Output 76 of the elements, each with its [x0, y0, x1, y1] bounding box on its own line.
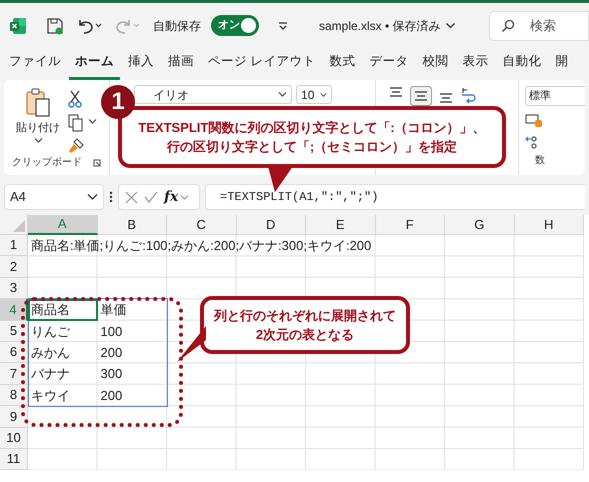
chevron-down-icon — [278, 91, 288, 98]
row-header[interactable]: 3 — [0, 278, 28, 300]
cell-text: 商品名:単価;りんご:100;みかん:200;バナナ:300;キウイ:200 — [31, 237, 372, 255]
name-box[interactable]: A4 — [4, 184, 104, 210]
number-format-field[interactable]: 標準 — [525, 86, 585, 106]
cell-text: 200 — [100, 344, 122, 362]
dialog-launcher-icon[interactable] — [93, 158, 102, 166]
customize-dropdown-icon[interactable] — [277, 20, 289, 32]
more-options-icon[interactable] — [109, 191, 113, 203]
chevron-down-icon — [320, 92, 328, 98]
row-header[interactable]: 8 — [0, 384, 28, 406]
row-header[interactable]: 10 — [0, 428, 28, 449]
cell-text: バナナ — [31, 365, 70, 384]
group-label: 数 — [535, 154, 546, 168]
row-header[interactable]: 5 — [0, 320, 28, 342]
column-header[interactable]: B — [98, 215, 167, 235]
ribbon-tab[interactable]: 描画 — [162, 52, 200, 80]
chevron-down-icon[interactable] — [34, 136, 42, 144]
autosave-toggle[interactable]: オン — [211, 15, 259, 36]
cell-text: 商品名 — [31, 301, 70, 320]
excel-logo-icon — [9, 16, 27, 34]
row-header[interactable]: 9 — [0, 406, 28, 428]
cancel-icon[interactable] — [125, 190, 138, 204]
row-header[interactable]: 1 — [0, 235, 28, 256]
cell-text: 300 — [100, 365, 122, 384]
group-label: クリップボード — [12, 156, 82, 170]
cell-text: みかん — [31, 344, 70, 362]
column-header[interactable]: C — [167, 215, 236, 235]
wrap-text-icon[interactable] — [460, 86, 476, 104]
paste-button[interactable]: 貼り付け — [16, 120, 60, 136]
file-name[interactable]: sample.xlsx • 保存済み — [319, 16, 441, 34]
format-painter-icon[interactable] — [68, 138, 84, 154]
callout-text: 列と行のそれぞれに展開されて — [214, 307, 396, 325]
autosave-label: 自動保存 — [153, 18, 201, 34]
chevron-down-icon[interactable] — [88, 118, 97, 125]
ribbon-tab[interactable]: 表示 — [456, 52, 494, 80]
cell-text: 100 — [100, 322, 122, 341]
ribbon-tab[interactable]: 校閲 — [416, 52, 454, 80]
callout-text: 2次元の表となる — [256, 326, 354, 344]
callout-text: 行の区切り文字として「;（セミコロン）」を指定 — [166, 138, 458, 156]
column-header[interactable]: E — [306, 215, 376, 235]
ribbon-tab[interactable]: ページ レイアウト — [202, 52, 322, 80]
align-middle-icon[interactable] — [410, 86, 432, 106]
ribbon-tab[interactable]: 数式 — [323, 52, 362, 80]
row-header[interactable]: 7 — [0, 363, 28, 385]
chevron-down-icon[interactable] — [444, 20, 456, 31]
enter-icon[interactable] — [144, 191, 158, 203]
search-field[interactable]: 検索 — [489, 10, 589, 40]
column-header[interactable]: F — [376, 215, 445, 235]
paste-icon[interactable] — [25, 88, 51, 118]
search-icon — [501, 18, 515, 32]
copy-icon[interactable] — [68, 114, 84, 132]
currency-format-icon[interactable] — [525, 114, 543, 128]
font-size-field[interactable]: 10 — [296, 85, 332, 104]
font-name-field[interactable]: イリオ — [134, 85, 292, 104]
cell-text: 200 — [100, 386, 122, 405]
formula-field[interactable]: =TEXTSPLIT(A1,":",";") — [205, 184, 585, 210]
callout-text: TEXTSPLIT関数に列の区切り文字として「:（コロン）」、 — [138, 119, 486, 137]
column-header[interactable]: D — [236, 215, 306, 235]
cell-text: りんご — [31, 322, 70, 341]
scissors-icon[interactable] — [68, 90, 82, 108]
ribbon-tab[interactable]: 自動化 — [496, 52, 548, 80]
column-header[interactable]: G — [445, 215, 514, 235]
ribbon-tab[interactable]: データ — [363, 52, 414, 80]
ribbon-tab[interactable]: 開 — [549, 52, 574, 80]
row-header[interactable]: 11 — [0, 448, 28, 470]
chevron-down-icon — [87, 193, 98, 201]
cell-text: キウイ — [31, 386, 70, 405]
insert-function-button[interactable]: fx — [164, 186, 178, 208]
save-icon[interactable] — [45, 16, 65, 36]
row-header[interactable]: 6 — [0, 342, 28, 364]
row-header[interactable]: 2 — [0, 256, 28, 278]
column-header[interactable]: H — [514, 215, 584, 235]
ribbon-tab[interactable]: ファイル — [3, 52, 67, 80]
ribbon-tab[interactable]: 挿入 — [122, 52, 160, 80]
cell-text: 単価 — [100, 301, 126, 320]
